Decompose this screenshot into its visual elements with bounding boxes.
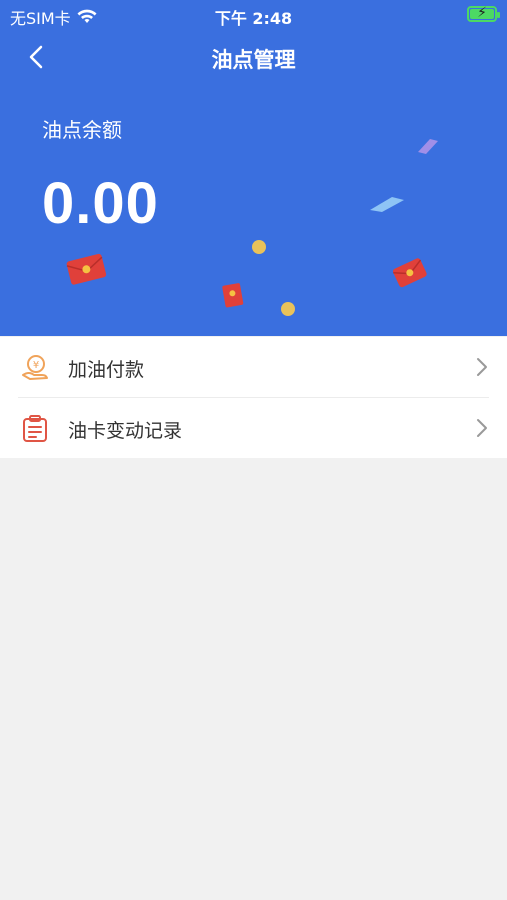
red-envelope-icon — [222, 283, 244, 308]
yuan-hand-icon: ¥ — [22, 355, 48, 380]
balance-header: 无SIM卡 下午 2:48 ⚡ 油点管理 油点余额 0.00 — [0, 0, 507, 336]
chevron-right-icon — [477, 358, 487, 376]
menu-item-payment[interactable]: ¥ 加油付款 — [0, 337, 507, 398]
decoration-illustration — [66, 139, 438, 316]
clipboard-list-icon — [23, 415, 47, 442]
red-envelope-icon — [66, 253, 107, 285]
coin-icon — [252, 240, 266, 254]
coin-icon — [281, 302, 295, 316]
menu-item-card-records[interactable]: 油卡变动记录 — [0, 398, 507, 458]
paper-bill-icon — [418, 139, 438, 154]
red-envelope-icon — [392, 258, 427, 288]
svg-text:¥: ¥ — [33, 360, 39, 371]
menu-item-label: 油卡变动记录 — [68, 420, 183, 442]
chevron-right-icon — [477, 419, 487, 437]
menu-list: ¥ 加油付款 油卡变动记录 — [0, 337, 507, 458]
menu-item-label: 加油付款 — [68, 359, 145, 381]
paper-bill-icon — [370, 197, 404, 212]
